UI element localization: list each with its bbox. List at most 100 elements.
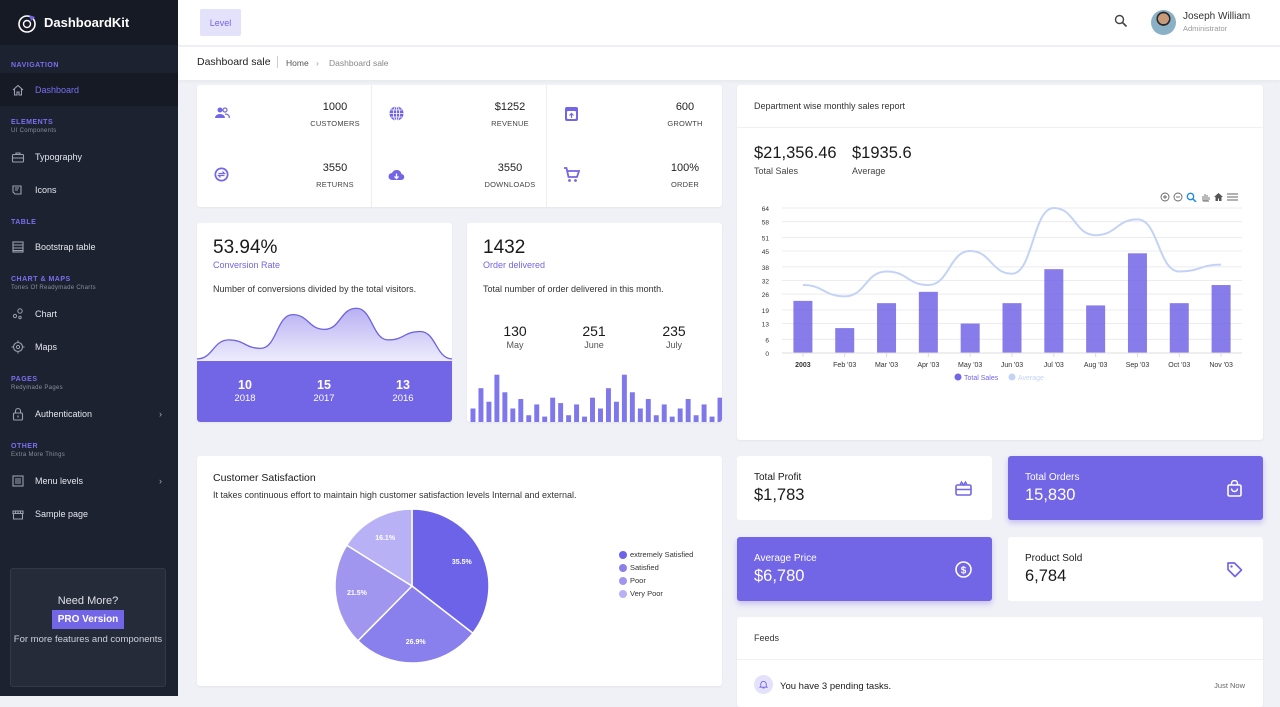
stat-label: REVENUE — [491, 119, 529, 128]
y-tick-label: 0 — [765, 351, 769, 358]
sales-bar[interactable] — [1086, 305, 1106, 353]
y-tick-label: 26 — [762, 292, 770, 299]
nav-section: TABLE Bootstrap table — [0, 219, 178, 263]
search-icon[interactable] — [1114, 14, 1128, 33]
spark-bar — [709, 416, 715, 422]
month-stat: 251 June — [582, 323, 606, 350]
x-tick-label: Oct '03 — [1168, 362, 1190, 369]
logo[interactable]: DashboardKit — [0, 0, 178, 45]
conversion-years-strip: 10 2018 15 2017 13 2016 — [197, 361, 452, 422]
nav-caption: TABLE — [11, 219, 37, 226]
home-icon — [11, 83, 25, 97]
legend-item[interactable]: Satisfied — [619, 561, 693, 574]
sidebar-item-chart[interactable]: Chart — [0, 297, 178, 330]
avatar[interactable] — [1151, 10, 1176, 35]
sales-bar[interactable] — [793, 300, 813, 353]
sales-bar[interactable] — [1211, 285, 1231, 353]
logo-icon — [18, 14, 36, 33]
chart-icon — [11, 307, 25, 321]
stat-value: 3550 — [497, 162, 523, 174]
svg-text:$: $ — [961, 565, 967, 576]
users-icon — [213, 105, 230, 127]
nav-caption: PAGES — [11, 376, 38, 383]
sales-bar[interactable] — [1169, 303, 1189, 353]
nav-section: NAVIGATION Dashboard — [0, 62, 178, 106]
legend-item[interactable]: extremely Satisfied — [619, 548, 693, 561]
bell-icon — [754, 675, 773, 694]
sidebar-item-maps[interactable]: Maps — [0, 330, 178, 363]
sales-bar[interactable] — [877, 303, 897, 353]
y-tick-label: 13 — [762, 322, 770, 329]
nav-subcaption: Tones Of Readymade Charts — [11, 285, 96, 291]
y-tick-label: 51 — [762, 235, 770, 242]
nav-caption: OTHER — [11, 443, 38, 450]
stat-value: 3550 — [322, 162, 348, 174]
sales-bar[interactable] — [1002, 303, 1022, 353]
sidebar-item-icons[interactable]: Icons — [0, 173, 178, 206]
sales-report-title: Department wise monthly sales report — [754, 101, 906, 111]
legend-dot — [619, 576, 627, 585]
year-stat: 15 2017 — [313, 378, 335, 404]
y-tick-label: 32 — [762, 279, 770, 286]
x-tick-label: Nov '03 — [1209, 362, 1233, 369]
spark-bar — [502, 392, 508, 422]
breadcrumb-current: Dashboard sale — [329, 58, 389, 68]
kpi-total-profit: Total Profit $1,783 — [737, 456, 992, 520]
orders-description: Total number of order delivered in this … — [483, 284, 664, 294]
spark-bar — [717, 397, 722, 422]
year-stat: 10 2018 — [234, 378, 256, 404]
sidebar-item-menu-levels[interactable]: Menu levels › — [0, 464, 178, 497]
total-sales-value: $21,356.46 — [754, 144, 837, 162]
legend-item[interactable]: Poor — [619, 574, 693, 587]
nav-section: CHART & MAPS Tones Of Readymade Charts Ch… — [0, 276, 178, 363]
spark-bar — [637, 408, 643, 422]
legend-dot — [619, 589, 627, 598]
spark-bar — [518, 399, 524, 422]
sales-bar[interactable] — [960, 323, 980, 353]
spark-bar — [582, 416, 588, 422]
breadcrumb-home[interactable]: Home — [286, 58, 309, 68]
kpi-value: $6,780 — [754, 567, 805, 585]
sales-bar[interactable] — [1127, 253, 1147, 353]
sales-bar[interactable] — [1044, 269, 1064, 353]
icons-icon — [11, 183, 25, 197]
level-button[interactable]: Level — [200, 9, 241, 36]
sidebar-item-dashboard[interactable]: Dashboard — [0, 73, 178, 106]
sidebar-item-label: Typography — [35, 151, 83, 162]
legend-label-average[interactable]: Average — [1018, 375, 1044, 382]
conversion-label: Conversion Rate — [213, 260, 281, 270]
feeds-title: Feeds — [754, 633, 780, 643]
stat-label: GROWTH — [667, 119, 703, 128]
legend-label-total-sales[interactable]: Total Sales — [964, 375, 999, 382]
briefcase-icon — [11, 150, 25, 164]
satisfaction-card: Customer Satisfaction It takes continuou… — [197, 456, 722, 686]
pro-version-button[interactable]: PRO Version — [51, 610, 125, 629]
chevron-right-icon: › — [159, 475, 162, 486]
order-delivered-card: 1432 Order delivered Total number of ord… — [467, 223, 722, 422]
sidebar-item-authentication[interactable]: Authentication › — [0, 397, 178, 430]
sales-bar[interactable] — [918, 291, 938, 353]
user-name[interactable]: Joseph William — [1183, 11, 1250, 22]
gift-card-icon — [955, 480, 972, 502]
sidebar-item-sample-page[interactable]: Sample page — [0, 497, 178, 530]
stat-label: ORDER — [670, 180, 700, 189]
legend-dot-average — [1008, 373, 1016, 381]
legend-dot — [619, 563, 627, 572]
sidebar-item-typography[interactable]: Typography — [0, 140, 178, 173]
sales-bar[interactable] — [835, 328, 855, 353]
kpi-product-sold: Product Sold 6,784 — [1008, 537, 1263, 601]
sales-report-card: Department wise monthly sales report $21… — [737, 85, 1263, 440]
x-tick-label: Feb '03 — [833, 362, 856, 369]
stat-value: $1252 — [494, 101, 526, 113]
orders-bar-chart — [470, 374, 722, 422]
legend-item[interactable]: Very Poor — [619, 587, 693, 600]
spark-bar — [621, 374, 627, 422]
sidebar-item-bootstrap-table[interactable]: Bootstrap table — [0, 230, 178, 263]
sidebar-item-label: Dashboard — [35, 84, 80, 95]
sidebar-nav: NAVIGATION Dashboard ELEMENTS UI Componen… — [0, 62, 178, 530]
satisfaction-title: Customer Satisfaction — [213, 472, 316, 484]
kpi-label: Total Orders — [1025, 472, 1080, 483]
x-tick-label: Aug '03 — [1084, 362, 1108, 369]
promo-card: Need More? PRO Version For more features… — [10, 568, 166, 687]
orders-value: 1432 — [483, 237, 526, 258]
